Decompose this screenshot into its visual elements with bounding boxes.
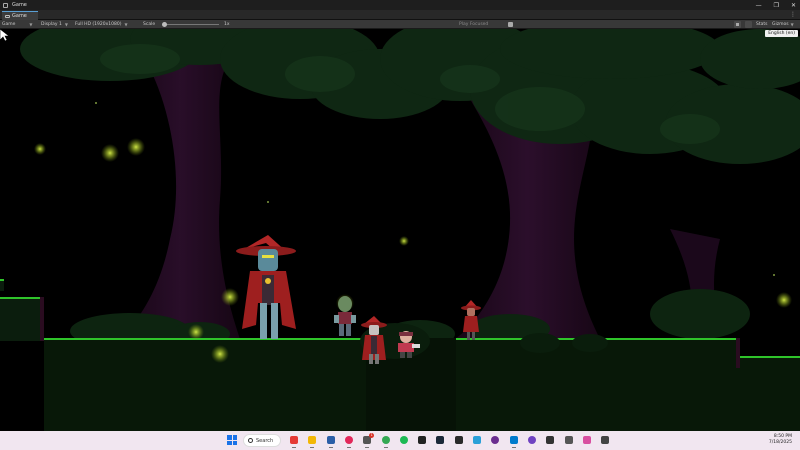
discord-icon[interactable]: 1	[361, 433, 375, 448]
davinci-icon[interactable]	[544, 434, 556, 446]
scale-value: 1x	[224, 22, 230, 27]
firefly	[127, 138, 145, 156]
window-title: Game	[12, 2, 27, 8]
taskbar-search-label: Search	[256, 437, 274, 444]
windows-start-icon[interactable]	[227, 435, 237, 445]
firefly	[221, 288, 239, 306]
firefly	[188, 324, 204, 340]
tab-game-label: Game	[12, 13, 27, 19]
unity-hub-icon[interactable]	[563, 434, 575, 446]
mute-audio-icon[interactable]	[734, 21, 741, 28]
notification-badge: 1	[369, 433, 375, 438]
vscode-icon[interactable]	[508, 434, 520, 448]
epic-games-icon[interactable]	[453, 434, 465, 446]
scale-slider-track[interactable]	[165, 24, 219, 25]
paint-icon[interactable]	[288, 434, 300, 448]
display-dropdown[interactable]: Display 1 ▼	[41, 20, 68, 29]
firefly	[773, 274, 775, 276]
stats-button[interactable]: Stats	[756, 20, 768, 29]
view-mode-dropdown[interactable]: Game ▼	[2, 20, 32, 29]
firefly	[211, 345, 229, 363]
tab-game[interactable]: Game	[2, 11, 38, 20]
gamepad-icon	[5, 14, 10, 18]
chevron-down-icon: ▼	[64, 22, 68, 27]
display-label: Display 1	[41, 22, 62, 27]
kebab-menu-icon[interactable]: ⋮	[790, 11, 796, 18]
windows-taskbar: Search 1 8:50 PM 7/18/2025	[0, 431, 800, 450]
terminal-icon[interactable]	[325, 434, 337, 448]
language-dropdown[interactable]: English (en)	[765, 30, 798, 37]
paint-3d-icon[interactable]	[581, 434, 593, 446]
vampire-enemy	[361, 316, 387, 364]
firefly	[34, 143, 46, 155]
zombie-enemy	[334, 294, 356, 336]
view-mode-label: Game	[2, 22, 16, 27]
lock-icon[interactable]	[508, 22, 513, 27]
clock-date: 7/18/2025	[768, 440, 792, 445]
github-desktop-icon[interactable]	[526, 434, 538, 446]
game-view-toolbar: Game ▼ Display 1 ▼ Full HD (1920x1080) ▼…	[0, 20, 800, 29]
maximize-icon[interactable]: ❐	[774, 2, 779, 9]
play-mode-dropdown[interactable]: Play Focused	[459, 21, 504, 28]
game-viewport[interactable]	[0, 29, 800, 431]
chevron-down-icon: ▼	[29, 22, 33, 27]
firefly	[101, 144, 119, 162]
editor-tab-bar: Game ⋮	[0, 10, 800, 20]
boss-character	[236, 235, 296, 339]
shortcuts-icon[interactable]	[745, 21, 752, 28]
notepad-icon[interactable]	[471, 434, 483, 446]
chrome-icon[interactable]	[380, 434, 392, 448]
file-explorer-icon[interactable]	[306, 434, 318, 448]
play-mode-label: Play Focused	[459, 22, 489, 27]
minimize-icon[interactable]: —	[756, 2, 762, 9]
command-prompt-icon[interactable]	[416, 434, 428, 446]
firefly	[776, 292, 792, 308]
resolution-dropdown[interactable]: Full HD (1920x1080) ▼	[75, 20, 128, 29]
firefly	[399, 236, 409, 246]
resolution-label: Full HD (1920x1080)	[75, 22, 122, 27]
steam-icon[interactable]	[434, 434, 446, 446]
chevron-down-icon: ▼	[790, 22, 794, 27]
game-scene	[0, 29, 800, 431]
unity-window-icon	[3, 2, 8, 8]
mouse-cursor-icon	[0, 29, 9, 42]
search-icon	[248, 438, 253, 443]
taskbar-search-box[interactable]: Search	[243, 434, 281, 447]
window-title-bar: Game — ❐ ✕	[0, 0, 800, 10]
system-clock[interactable]: 8:50 PM 7/18/2025	[769, 434, 792, 446]
gizmos-label: Gizmos	[772, 22, 789, 27]
gizmos-dropdown[interactable]: Gizmos ▼	[772, 20, 794, 29]
unity-icon[interactable]	[599, 434, 611, 446]
scale-label: Scale	[143, 22, 156, 27]
spotify-icon[interactable]	[398, 434, 410, 446]
firefly	[95, 102, 97, 104]
firefly	[267, 201, 269, 203]
opera-icon[interactable]	[343, 434, 355, 448]
close-icon[interactable]: ✕	[791, 2, 796, 9]
scale-slider-handle[interactable]	[162, 22, 167, 27]
chevron-down-icon: ▼	[124, 22, 128, 27]
window-controls: — ❐ ✕	[756, 0, 796, 10]
obs-icon[interactable]	[489, 434, 501, 446]
